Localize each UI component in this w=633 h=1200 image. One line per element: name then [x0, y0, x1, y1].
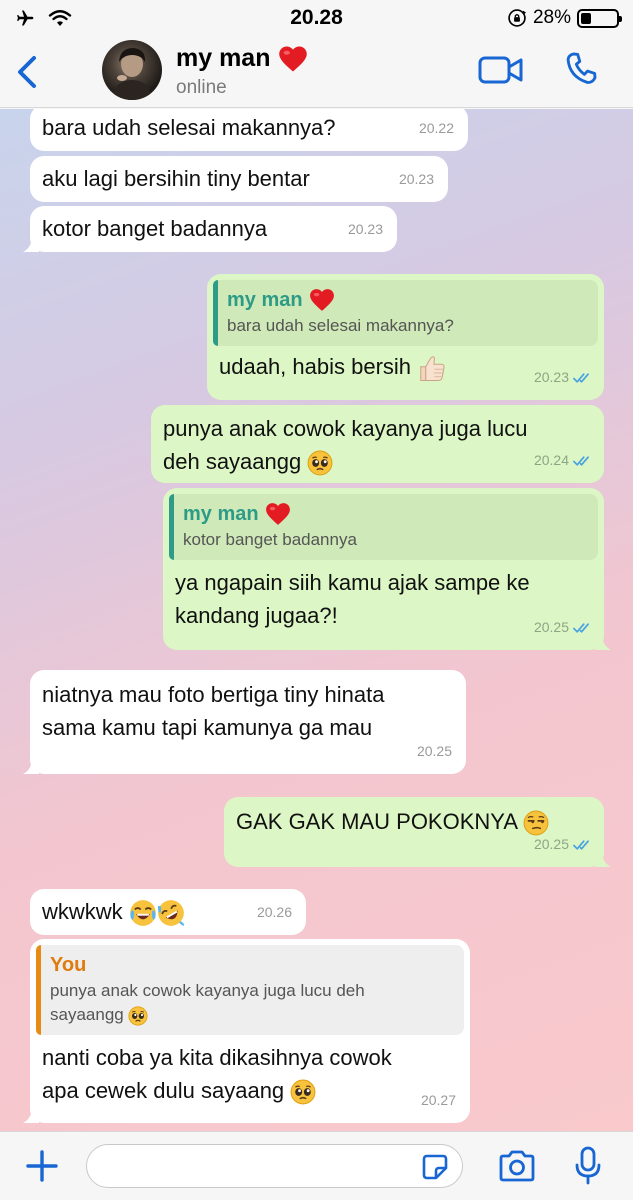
input-bar: [0, 1131, 633, 1200]
microphone-icon[interactable]: [573, 1145, 603, 1187]
message-text: niatnya mau foto bertiga tiny hinata sama…: [42, 682, 385, 740]
camera-icon[interactable]: [497, 1149, 537, 1183]
read-ticks-icon: [573, 372, 589, 383]
message-time: 20.26: [256, 904, 292, 920]
message-incoming[interactable]: wkwkwk 20.26: [30, 889, 306, 935]
pleading-face-emoji: [128, 1005, 149, 1026]
red-heart-emoji: [265, 503, 290, 525]
quote-text: punya anak cowok kayanya juga lucu deh sa…: [50, 981, 365, 1026]
quote-text: kotor banget badannya: [183, 530, 357, 549]
sticker-icon[interactable]: [421, 1153, 449, 1181]
quote-text: bara udah selesai makannya?: [227, 316, 454, 335]
message-incoming[interactable]: bara udah selesai makannya? 20.22: [30, 109, 468, 151]
message-time: 20.23: [534, 361, 590, 394]
message-incoming[interactable]: kotor banget badannya 20.23: [23, 206, 397, 252]
message-time: 20.23: [398, 171, 434, 187]
avatar[interactable]: [102, 40, 162, 100]
message-incoming[interactable]: niatnya mau foto bertiga tiny hinata sama…: [23, 670, 466, 774]
message-incoming[interactable]: You punya anak cowok kayanya juga lucu d…: [23, 939, 470, 1123]
status-bar: 20.28 28%: [0, 0, 633, 36]
quote-author: You: [50, 954, 87, 976]
message-text: aku lagi bersihin tiny bentar: [42, 166, 310, 191]
message-time: 20.22: [418, 120, 454, 136]
red-heart-emoji: [309, 289, 334, 311]
message-outgoing[interactable]: GAK GAK MAU POKOKNYA 20.25: [224, 797, 611, 867]
video-call-icon[interactable]: [478, 54, 524, 86]
contact-status: online: [176, 77, 227, 98]
message-text: bara udah selesai makannya?: [42, 115, 336, 140]
message-input[interactable]: [86, 1144, 463, 1188]
battery-percent: 28%: [532, 7, 571, 28]
message-time: 20.25: [534, 611, 590, 644]
read-ticks-icon: [573, 839, 589, 850]
message-incoming[interactable]: aku lagi bersihin tiny bentar 20.23: [30, 156, 448, 202]
message-outgoing[interactable]: my man bara udah selesai makannya? udaah…: [207, 274, 604, 400]
read-ticks-icon: [573, 455, 589, 466]
message-text: kotor banget badannya: [42, 216, 268, 241]
voice-call-icon[interactable]: [563, 50, 601, 88]
reply-quote[interactable]: my man kotor banget badannya: [169, 494, 598, 560]
chat-area[interactable]: bara udah selesai makannya? 20.22 aku la…: [0, 109, 633, 1131]
quote-author: my man: [183, 500, 586, 528]
tears-of-joy-emoji: [129, 899, 157, 927]
battery-level: [581, 12, 591, 24]
plus-icon[interactable]: [24, 1148, 60, 1184]
message-outgoing[interactable]: punya anak cowok kayanya juga lucu deh sa…: [151, 405, 604, 483]
read-ticks-icon: [573, 622, 589, 633]
contact-name[interactable]: my man: [176, 44, 308, 73]
reply-quote[interactable]: my man bara udah selesai makannya?: [213, 280, 598, 346]
message-outgoing[interactable]: my man kotor banget badannya ya ngapain …: [163, 488, 611, 650]
message-time: 20.24: [534, 444, 590, 477]
battery-icon: [577, 8, 622, 28]
message-time: 20.23: [347, 221, 383, 237]
red-heart-emoji: [279, 46, 308, 71]
message-time: 20.27: [420, 1092, 456, 1108]
pleading-face-emoji: [290, 1079, 316, 1105]
chat-header: my man online: [0, 36, 633, 108]
rofl-emoji: [156, 899, 185, 928]
back-icon[interactable]: [14, 52, 42, 92]
pleading-face-emoji: [307, 450, 334, 476]
message-time: 20.25: [534, 828, 590, 861]
reply-quote[interactable]: You punya anak cowok kayanya juga lucu d…: [36, 945, 464, 1035]
contact-name-label: my man: [176, 44, 271, 72]
orientation-lock-icon: [508, 9, 526, 27]
thumbs-up-emoji: [420, 356, 445, 382]
message-text: nanti coba ya kita dikasihnya cowok apa c…: [30, 1035, 470, 1107]
message-time: 20.25: [416, 743, 452, 759]
quote-author: my man: [227, 286, 586, 314]
